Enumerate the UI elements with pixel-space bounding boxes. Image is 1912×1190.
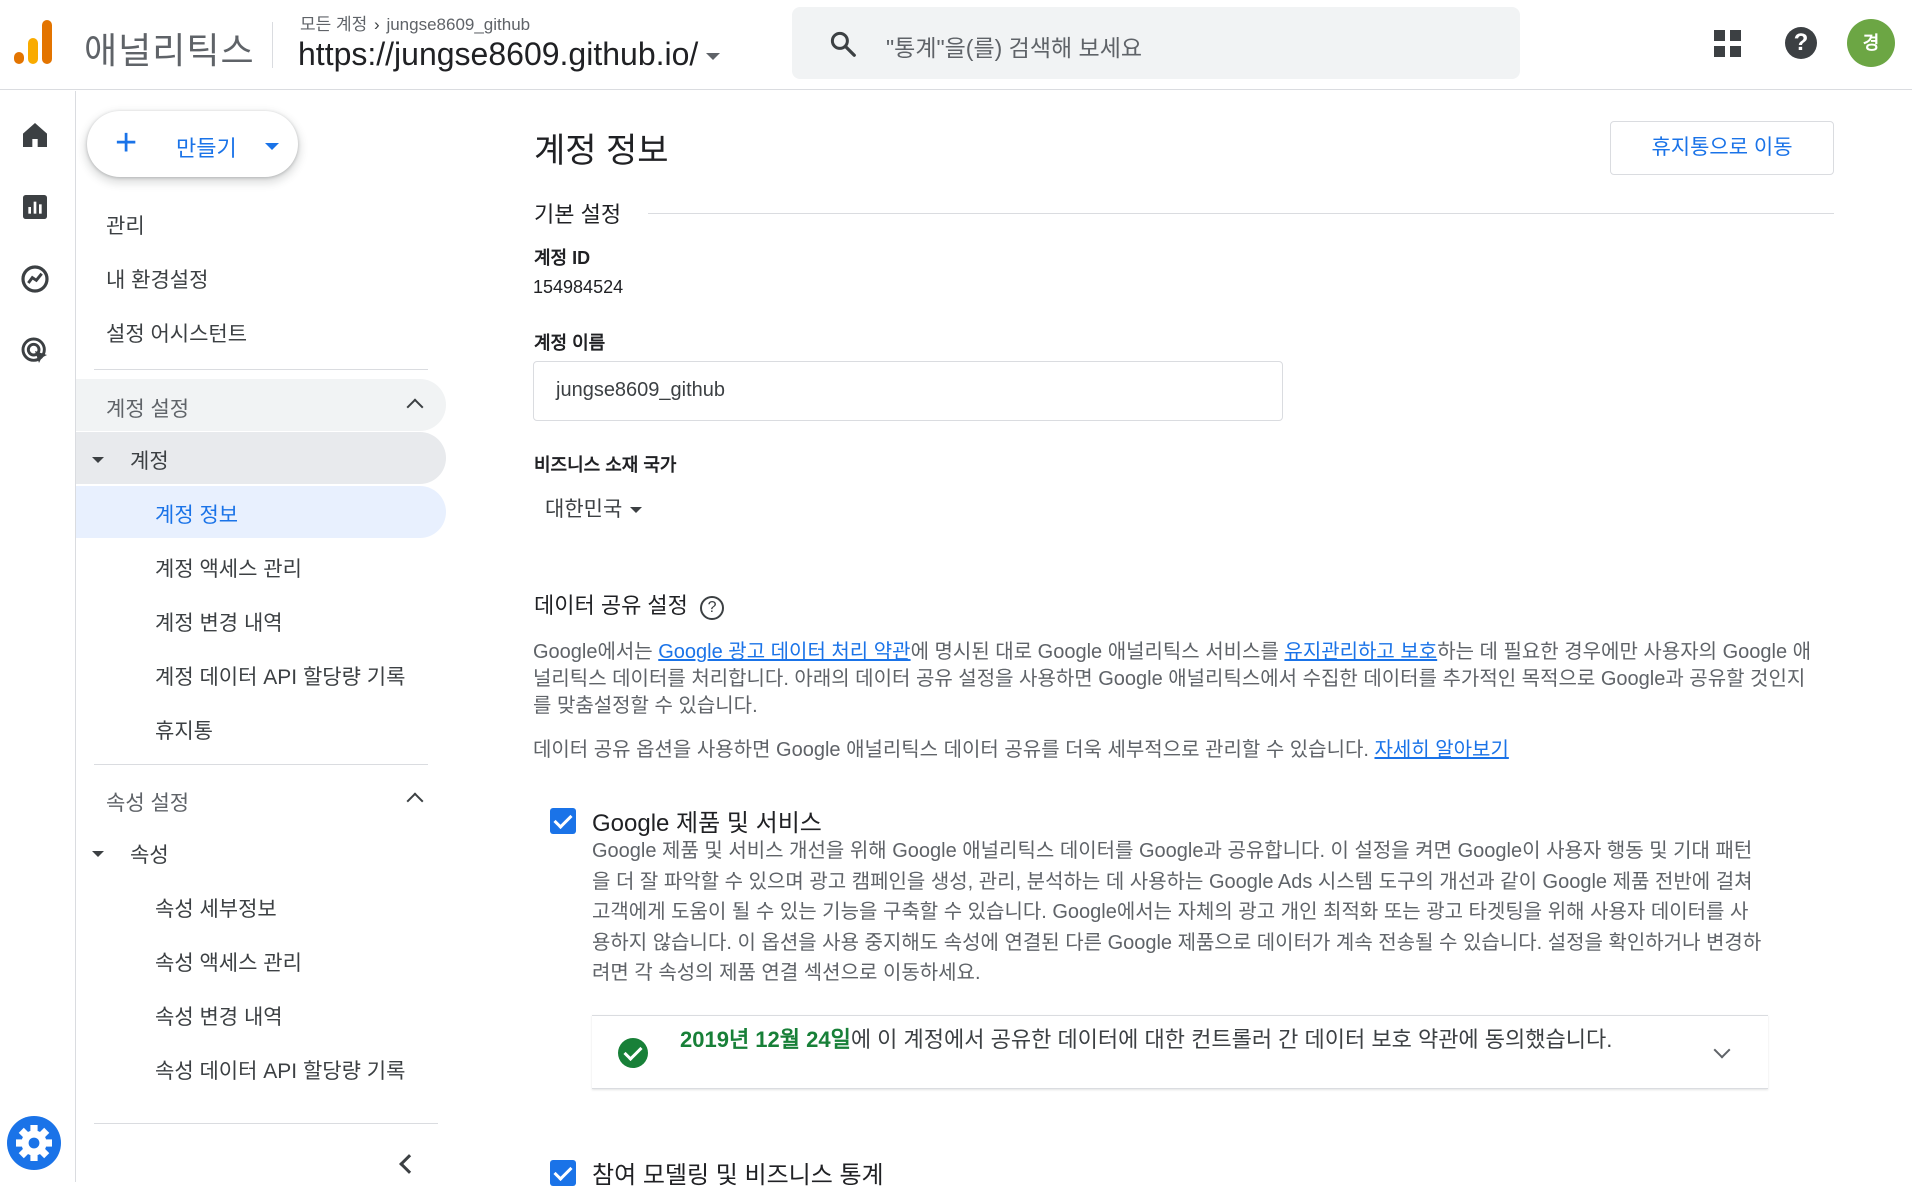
- search-bar[interactable]: "통계"을(를) 검색해 보세요: [792, 7, 1520, 79]
- breadcrumb-all-accounts[interactable]: 모든 계정: [300, 15, 367, 34]
- avatar[interactable]: 경: [1847, 19, 1895, 67]
- google-products-checkbox[interactable]: [550, 808, 576, 834]
- nav-divider: [94, 1123, 438, 1124]
- analytics-logo-icon[interactable]: [14, 20, 54, 64]
- breadcrumb[interactable]: 모든 계정 › jungse8609_github: [300, 10, 530, 35]
- nav-divider: [94, 369, 428, 370]
- data-sharing-description: Google에서는 Google 광고 데이터 처리 약관에 명시된 대로 Go…: [533, 639, 1823, 720]
- breadcrumb-account[interactable]: jungse8609_github: [386, 15, 530, 34]
- nav-item-account-access[interactable]: 계정 액세스 관리: [155, 553, 302, 583]
- account-id-label: 계정 ID: [534, 248, 591, 268]
- help-icon[interactable]: ?: [1785, 27, 1817, 59]
- consent-panel[interactable]: 2019년 12월 24일에 이 계정에서 공유한 데이터에 대한 컨트롤러 간…: [592, 1015, 1768, 1089]
- ads-data-processing-terms-link[interactable]: Google 광고 데이터 처리 약관: [658, 641, 910, 663]
- nav-item-property-api-quota[interactable]: 속성 데이터 API 할당량 기록: [155, 1055, 405, 1085]
- create-button[interactable]: + 만들기: [87, 111, 298, 177]
- collapse-nav-icon[interactable]: [399, 1154, 419, 1174]
- reports-icon[interactable]: [19, 191, 51, 223]
- sharing-text-b: 에 명시된 대로 Google 애널리틱스 서비스를: [910, 641, 1285, 663]
- account-settings-title: 계정 설정: [106, 398, 190, 421]
- explore-icon[interactable]: [19, 263, 51, 295]
- admin-nav-drawer: + 만들기 관리 내 환경설정 설정 어시스턴트 계정 설정 계정 계정 정보 …: [76, 91, 446, 1182]
- nav-item-trash[interactable]: 휴지통: [155, 715, 213, 745]
- data-sharing-options-note: 데이터 공유 옵션을 사용하면 Google 애널리틱스 데이터 공유를 더욱 …: [533, 737, 1823, 764]
- country-label: 비즈니스 소재 국가: [534, 455, 677, 475]
- help-outline-icon[interactable]: ?: [700, 596, 725, 620]
- navigation-rail: [0, 91, 76, 1182]
- dropdown-arrow-icon: [706, 53, 721, 61]
- apps-grid-icon[interactable]: [1714, 30, 1742, 58]
- maintain-protect-link[interactable]: 유지관리하고 보호: [1284, 641, 1437, 663]
- section-divider: [648, 213, 1834, 214]
- basic-settings-heading: 기본 설정: [534, 202, 622, 227]
- dropdown-arrow-icon: [265, 143, 279, 150]
- modeling-checkbox[interactable]: [550, 1160, 576, 1186]
- dropdown-arrow-icon: [630, 507, 643, 514]
- search-icon: [830, 31, 856, 57]
- chevron-right-icon: ›: [374, 15, 380, 34]
- account-id-value: 154984524: [533, 277, 624, 297]
- page-title: 계정 정보: [534, 132, 669, 170]
- property-selector[interactable]: https://jungse8609.github.io/: [298, 36, 721, 73]
- selected-item-bg: [76, 486, 446, 538]
- nav-item-admin[interactable]: 관리: [106, 210, 145, 240]
- modeling-title: 참여 모델링 및 비즈니스 통계: [592, 1162, 884, 1189]
- nav-group-property[interactable]: 속성: [130, 839, 169, 869]
- nav-item-account-details[interactable]: 계정 정보: [155, 499, 238, 529]
- nav-item-property-access[interactable]: 속성 액세스 관리: [155, 947, 302, 977]
- learn-more-link[interactable]: 자세히 알아보기: [1374, 739, 1508, 761]
- consent-message: 에 이 계정에서 공유한 데이터에 대한 컨트롤러 간 데이터 보호 약관에 동…: [850, 1027, 1613, 1052]
- data-sharing-title: 데이터 공유 설정: [534, 593, 688, 618]
- create-button-label: 만들기: [176, 136, 237, 161]
- advertising-icon[interactable]: [19, 335, 51, 367]
- account-settings-section[interactable]: 계정 설정: [76, 379, 446, 431]
- nav-item-setup-assistant[interactable]: 설정 어시스턴트: [106, 318, 247, 348]
- search-placeholder: "통계"을(를) 검색해 보세요: [886, 35, 1143, 61]
- google-products-description: Google 제품 및 서비스 개선을 위해 Google 애널리틱스 데이터를…: [592, 840, 1762, 984]
- consent-date: 2019년 12월 24일: [680, 1027, 851, 1052]
- country-select[interactable]: 대한민국: [545, 493, 643, 523]
- nav-divider: [94, 764, 428, 765]
- consent-text: 2019년 12월 24일에 이 계정에서 공유한 데이터에 대한 컨트롤러 간…: [680, 1022, 1690, 1057]
- nav-item-account-history[interactable]: 계정 변경 내역: [155, 607, 283, 637]
- plus-icon: +: [115, 122, 138, 164]
- nav-item-preferences[interactable]: 내 환경설정: [106, 264, 208, 294]
- main-content: 계정 정보 휴지통으로 이동 기본 설정 계정 ID 154984524 계정 …: [446, 91, 1912, 1189]
- chevron-up-icon: [406, 792, 424, 810]
- sharing-options-text: 데이터 공유 옵션을 사용하면 Google 애널리틱스 데이터 공유를 더욱 …: [533, 739, 1375, 761]
- nav-item-property-history[interactable]: 속성 변경 내역: [155, 1001, 283, 1031]
- google-products-title: Google 제품 및 서비스: [592, 810, 822, 837]
- property-settings-section[interactable]: 속성 설정: [76, 773, 446, 825]
- app-name: 애널리틱스: [84, 30, 255, 71]
- nav-group-account[interactable]: 계정: [130, 445, 169, 475]
- property-settings-title: 속성 설정: [106, 792, 190, 815]
- nav-item-account-api-quota[interactable]: 계정 데이터 API 할당량 기록: [155, 661, 405, 691]
- sharing-text-a: Google에서는: [533, 641, 659, 663]
- home-icon[interactable]: [19, 119, 51, 151]
- header-divider: [272, 22, 273, 68]
- admin-gear-icon[interactable]: [7, 1116, 61, 1170]
- gear-icon: [16, 1125, 52, 1161]
- check-circle-icon: [618, 1038, 648, 1068]
- property-name: https://jungse8609.github.io/: [298, 36, 699, 72]
- expand-arrow-icon: [92, 457, 104, 463]
- expand-arrow-icon: [92, 851, 104, 857]
- top-app-bar: 애널리틱스 모든 계정 › jungse8609_github https://…: [0, 0, 1912, 90]
- data-sharing-heading: 데이터 공유 설정 ?: [534, 588, 725, 620]
- country-value: 대한민국: [545, 498, 623, 521]
- move-to-trash-button[interactable]: 휴지통으로 이동: [1610, 121, 1834, 175]
- account-name-field[interactable]: jungse8609_github: [533, 361, 1283, 421]
- chevron-down-icon[interactable]: [1713, 1041, 1731, 1059]
- account-name-label: 계정 이름: [534, 333, 606, 353]
- nav-item-property-details[interactable]: 속성 세부정보: [155, 893, 277, 923]
